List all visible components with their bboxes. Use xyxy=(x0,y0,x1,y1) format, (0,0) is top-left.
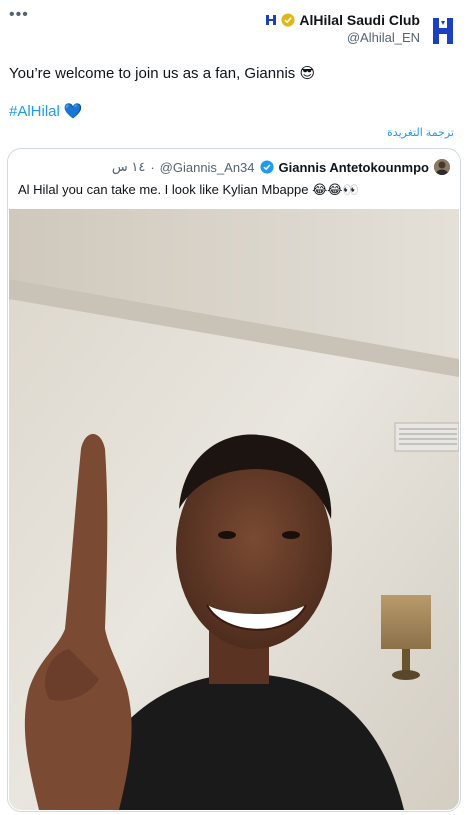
verified-blue-badge-icon xyxy=(259,160,274,174)
selfie-image xyxy=(9,209,459,810)
tweet-author[interactable]: AlHilal Saudi Club @Alhilal_EN xyxy=(265,12,456,47)
quoted-tweet[interactable]: ١٤ س · @Giannis_An34 Giannis Antetokounm… xyxy=(7,148,461,812)
quote-separator: · xyxy=(150,159,155,175)
hashtag-line: #AlHilal 💙 xyxy=(9,102,83,122)
quote-header: ١٤ س · @Giannis_An34 Giannis Antetokounm… xyxy=(112,159,450,175)
author-name[interactable]: AlHilal Saudi Club xyxy=(299,12,420,28)
quote-photo[interactable] xyxy=(9,209,459,810)
hashtag-link[interactable]: #AlHilal xyxy=(9,102,60,122)
alhilal-logo-icon[interactable] xyxy=(430,15,456,47)
blue-heart-emoji: 💙 xyxy=(63,103,83,120)
more-options-icon[interactable]: ••• xyxy=(9,6,29,24)
author-handle[interactable]: @Alhilal_EN xyxy=(265,30,420,45)
translate-tweet-link[interactable]: ترجمة التغريدة xyxy=(387,126,454,139)
quote-time[interactable]: ١٤ س xyxy=(112,159,145,175)
quote-author-handle[interactable]: @Giannis_An34 xyxy=(160,160,255,175)
quote-text: Al Hilal you can take me. I look like Ky… xyxy=(18,182,359,197)
verified-gold-badge-icon xyxy=(281,13,295,27)
quote-author-avatar[interactable] xyxy=(434,159,450,175)
tweet-text: You’re welcome to join us as a fan, Gian… xyxy=(9,65,316,82)
club-mini-logo-icon xyxy=(266,15,277,25)
quote-author-name[interactable]: Giannis Antetokounmpo xyxy=(279,160,429,175)
